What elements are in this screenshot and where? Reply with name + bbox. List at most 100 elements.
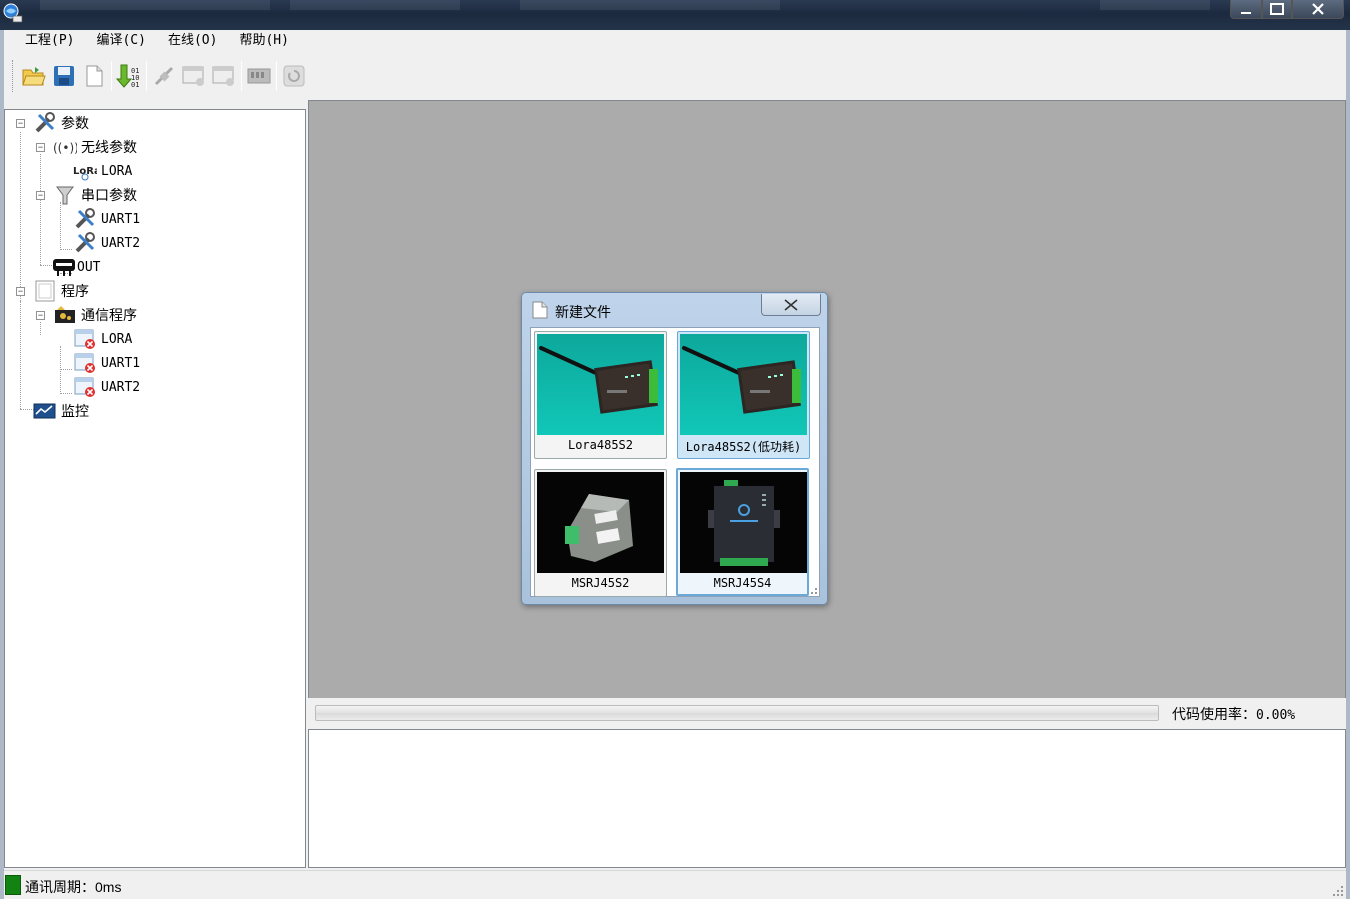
refresh-button[interactable] — [279, 60, 309, 92]
program-error-icon — [74, 353, 95, 373]
expander-wireless[interactable]: − — [36, 143, 45, 152]
device-name: Lora485S2(低功耗) — [685, 440, 802, 454]
new-file-icon — [86, 65, 103, 87]
upload-icon — [182, 66, 204, 86]
lora-device-image — [537, 334, 664, 435]
open-folder-icon — [22, 67, 46, 86]
svg-text:01: 01 — [131, 81, 139, 89]
connect-icon — [154, 66, 174, 86]
tools-icon — [35, 112, 55, 133]
tree-item-prog-uart1[interactable]: UART1 — [73, 352, 140, 374]
save-button[interactable] — [49, 60, 79, 92]
code-usage-value: 0.00% — [1256, 708, 1296, 723]
status-bar: 通讯周期：0ms — [4, 870, 1346, 899]
project-tree[interactable]: − 参数 − ((•)) 无线参数 LoRa LORA − 串口参数 UART1 — [4, 109, 306, 868]
status-led — [5, 875, 21, 895]
app-icon — [3, 3, 23, 23]
title-bar — [0, 0, 1350, 30]
svg-text:((•)): ((•)) — [53, 141, 77, 155]
device-icon — [247, 68, 271, 84]
device-name: Lora485S2 — [567, 438, 634, 452]
tree-label: UART2 — [101, 379, 141, 395]
minimize-button[interactable] — [1230, 0, 1262, 19]
menu-bar: 工程(P) 编译(C) 在线(O) 帮助(H) — [14, 30, 300, 52]
expander-program[interactable]: − — [16, 287, 25, 296]
tree-label: 串口参数 — [81, 188, 137, 204]
tree-item-lora-param[interactable]: LoRa LORA — [73, 160, 132, 182]
upload-button[interactable] — [179, 60, 209, 92]
menu-compile[interactable]: 编译(C) — [85, 30, 156, 52]
tree-item-wireless[interactable]: ((•)) 无线参数 — [53, 136, 137, 158]
tools-icon — [75, 232, 95, 253]
open-project-button[interactable] — [19, 60, 49, 92]
menu-help[interactable]: 帮助(H) — [228, 30, 299, 52]
device-thumbnail — [680, 472, 807, 573]
close-icon — [784, 298, 798, 311]
download-button[interactable] — [209, 60, 239, 92]
device-card-lora485s2-low-power[interactable]: Lora485S2(低功耗) — [677, 331, 810, 459]
maximize-button[interactable] — [1262, 0, 1292, 19]
tree-label: 监控 — [61, 404, 89, 420]
tree-item-serial[interactable]: 串口参数 — [53, 184, 137, 206]
lora-icon: LoRa — [73, 166, 97, 181]
tree-item-program[interactable]: 程序 — [33, 280, 89, 302]
compile-download-icon: 011001 — [115, 64, 139, 89]
program-error-icon — [74, 377, 95, 397]
device-card-msrj45s4[interactable]: MSRJ45S4 — [676, 468, 809, 596]
close-window-button[interactable] — [1292, 0, 1344, 19]
compile-download-button[interactable]: 01 10 01 — [114, 60, 144, 92]
tree-label: UART1 — [101, 211, 141, 227]
device-card-lora485s2[interactable]: Lora485S2 — [534, 331, 667, 459]
toolbar-grip[interactable] — [12, 60, 15, 92]
code-usage-label: 代码使用率：0.00% — [1172, 704, 1295, 724]
menu-online[interactable]: 在线(O) — [157, 30, 228, 52]
close-icon — [1312, 3, 1324, 15]
maximize-icon — [1270, 3, 1284, 15]
output-module-icon — [53, 259, 75, 276]
program-icon — [35, 280, 55, 302]
new-file-button[interactable] — [79, 60, 109, 92]
tree-label: OUT — [77, 259, 101, 275]
tree-item-params[interactable]: 参数 — [33, 112, 89, 134]
code-usage-row: 代码使用率：0.00% — [308, 698, 1346, 728]
device-name: MSRJ45S4 — [713, 576, 772, 590]
tree-item-monitor[interactable]: 监控 — [33, 400, 89, 422]
monitor-icon — [33, 403, 56, 419]
tree-label: LORA — [101, 163, 133, 179]
serial-port-icon — [56, 186, 74, 205]
resize-grip-icon[interactable] — [1332, 885, 1344, 897]
tree-item-uart2[interactable]: UART2 — [73, 232, 140, 254]
minimize-icon — [1241, 12, 1251, 14]
device-name: MSRJ45S2 — [571, 576, 630, 590]
tree-item-prog-uart2[interactable]: UART2 — [73, 376, 140, 398]
tree-item-prog-lora[interactable]: LORA — [73, 328, 132, 350]
dialog-close-button[interactable] — [761, 294, 821, 316]
dialog-title: 新建文件 — [555, 304, 611, 320]
device-thumbnail — [537, 334, 664, 435]
connect-button[interactable] — [149, 60, 179, 92]
status-text: 通讯周期：0ms — [25, 879, 122, 895]
device-button[interactable] — [244, 60, 274, 92]
program-error-icon — [74, 329, 95, 349]
dialog-resize-grip-icon[interactable] — [811, 588, 817, 594]
gateway-device-image — [680, 472, 807, 573]
menu-project[interactable]: 工程(P) — [14, 30, 85, 52]
save-icon — [54, 66, 74, 86]
din-rail-device-image — [537, 472, 664, 573]
device-thumbnail — [537, 472, 664, 573]
output-panel[interactable] — [308, 729, 1346, 868]
tree-item-comm-program[interactable]: 通信程序 — [53, 304, 137, 326]
tree-item-uart1[interactable]: UART1 — [73, 208, 140, 230]
svg-text:LoRa: LoRa — [73, 166, 97, 177]
device-grid: Lora485S2 Lora485S2(低功耗) MSRJ45S2 MSRJ45… — [530, 327, 820, 597]
expander-serial[interactable]: − — [36, 191, 45, 200]
device-card-msrj45s2[interactable]: MSRJ45S2 — [534, 469, 667, 597]
tree-item-out[interactable]: OUT — [52, 256, 100, 278]
new-file-icon — [532, 301, 548, 319]
expander-params[interactable]: − — [16, 119, 25, 128]
device-thumbnail — [680, 334, 807, 435]
expander-comm-program[interactable]: − — [36, 311, 45, 320]
communication-icon — [55, 306, 75, 323]
code-usage-caption: 代码使用率： — [1172, 706, 1256, 722]
tree-label: UART2 — [101, 235, 141, 251]
